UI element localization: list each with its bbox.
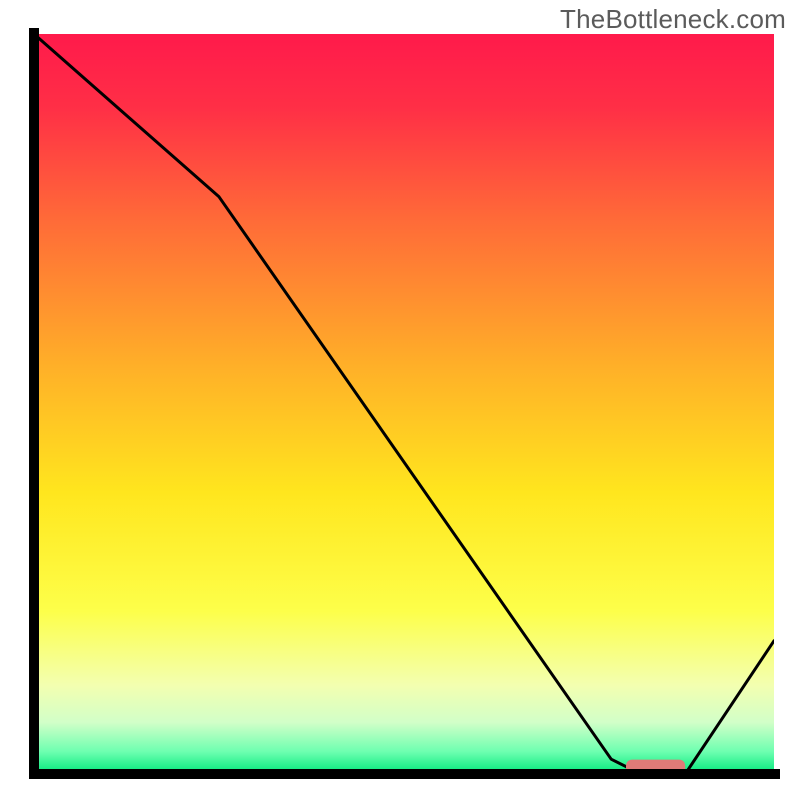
watermark-text: TheBottleneck.com (560, 4, 786, 35)
gradient-background (34, 34, 774, 774)
chart-container: TheBottleneck.com (0, 0, 800, 800)
bottleneck-chart (0, 0, 800, 800)
